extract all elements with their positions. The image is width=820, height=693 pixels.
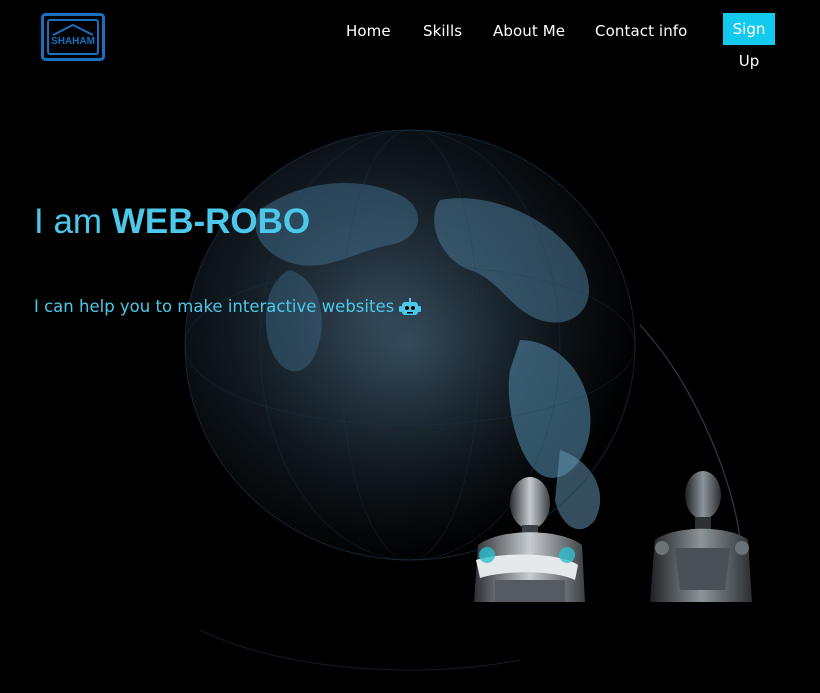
hero-tagline: I can help you to make interactive websi…	[34, 297, 422, 316]
hero-headline: I am WEB-ROBO	[34, 202, 310, 242]
robot-face-icon	[399, 297, 422, 315]
tagline-text: I can help you to make interactive websi…	[34, 297, 395, 316]
main-nav: Home Skills About Me Contact info	[0, 22, 820, 46]
site-header: SHAHAM Home Skills About Me Contact info…	[0, 0, 820, 70]
signup-button[interactable]: Sign Up	[723, 13, 775, 70]
hero-section: I am WEB-ROBO I can help you to make int…	[0, 70, 820, 693]
nav-about-me[interactable]: About Me	[493, 22, 565, 40]
hero-background-image	[0, 70, 820, 693]
hero-name: WEB-ROBO	[111, 202, 311, 241]
nav-contact-info[interactable]: Contact info	[595, 22, 687, 40]
nav-home[interactable]: Home	[346, 22, 391, 40]
nav-skills[interactable]: Skills	[423, 22, 462, 40]
hero-intro: I am	[34, 202, 103, 241]
